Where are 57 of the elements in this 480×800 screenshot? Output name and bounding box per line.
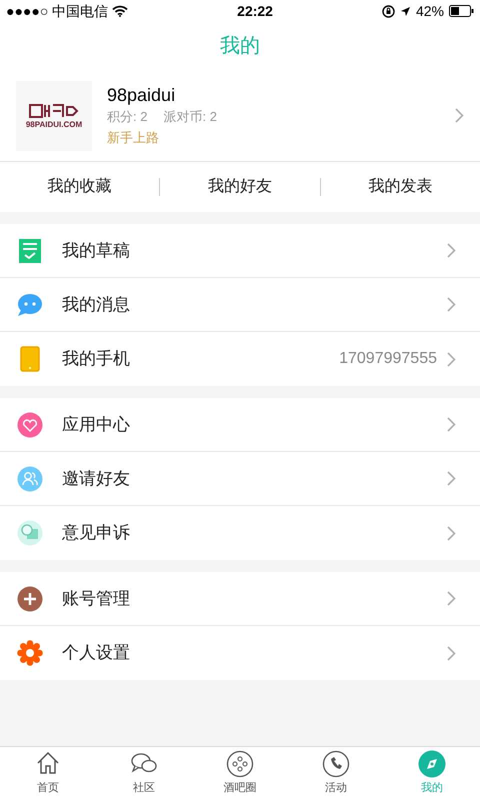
- plus-icon: [17, 586, 43, 612]
- quick-link-tab[interactable]: 我的发表: [320, 175, 480, 199]
- location-arrow-icon: [400, 6, 411, 16]
- feedback-icon: [17, 520, 43, 546]
- tab-bar-item[interactable]: 社区: [96, 747, 192, 800]
- points-label: 积分: 2: [107, 108, 148, 126]
- battery-percent: 42%: [416, 2, 444, 20]
- profile-card[interactable]: 98PAIDUI.COM 98paidui 积分: 2 派对币: 2 新手上路: [0, 70, 480, 162]
- wifi-icon: [112, 5, 128, 17]
- menu-label: 我的手机: [62, 348, 131, 370]
- coins-label: 派对币: 2: [163, 108, 217, 126]
- menu-item[interactable]: 我的草稿: [0, 224, 480, 278]
- tab-bar-item[interactable]: 活动: [288, 747, 384, 800]
- handset-icon: [322, 750, 350, 778]
- logo-mark-icon: [29, 102, 79, 118]
- page-title: 我的: [220, 34, 260, 59]
- carrier-label: ●●●●○ 中国电信: [6, 2, 108, 20]
- logo-text: 98PAIDUI.COM: [26, 120, 82, 128]
- chevron-icon: [455, 108, 464, 123]
- chevron-icon: [447, 646, 456, 660]
- menu-label: 应用中心: [62, 414, 131, 436]
- clock-time: 22:22: [237, 2, 273, 20]
- battery-icon: [448, 5, 474, 17]
- phone-number: 17097997555: [339, 349, 437, 369]
- gear-icon: [17, 640, 43, 666]
- chat-bubble-icon: [17, 292, 43, 318]
- draft-icon: [17, 238, 43, 264]
- chevron-icon: [447, 243, 456, 258]
- circle-dots-icon: [226, 750, 254, 778]
- tab-bar-item[interactable]: 首页: [0, 747, 96, 800]
- menu-item[interactable]: 意见申诉: [0, 506, 480, 560]
- quick-link-tab[interactable]: 我的好友: [160, 175, 320, 199]
- compass-icon: [418, 750, 446, 778]
- menu-label: 账号管理: [62, 588, 131, 610]
- quick-link-tab[interactable]: 我的收藏: [0, 175, 160, 199]
- menu-item[interactable]: 我的消息: [0, 278, 480, 332]
- menu-label: 我的消息: [62, 294, 131, 316]
- user-level: 新手上路: [107, 128, 160, 146]
- lock-rotation-icon: [382, 4, 395, 18]
- menu-item[interactable]: 应用中心: [0, 398, 480, 452]
- menu-label: 个人设置: [62, 642, 131, 664]
- menu-item[interactable]: 账号管理: [0, 572, 480, 626]
- menu-label: 我的草稿: [62, 240, 131, 262]
- chevron-icon: [447, 417, 456, 432]
- menu-item[interactable]: 个人设置: [0, 626, 480, 680]
- chevron-icon: [447, 591, 456, 606]
- user-name: 98paidui: [107, 84, 176, 106]
- menu-label: 意见申诉: [62, 522, 131, 544]
- chevron-icon: [447, 471, 456, 486]
- chevron-icon: [447, 526, 456, 540]
- menu-item[interactable]: 邀请好友: [0, 452, 480, 506]
- people-icon: [17, 466, 43, 492]
- chevron-icon: [447, 352, 456, 366]
- menu-item[interactable]: 我的手机 17097997555: [0, 332, 480, 386]
- chevron-icon: [447, 297, 456, 312]
- menu-label: 邀请好友: [62, 468, 131, 490]
- tab-bar-item[interactable]: 酒吧圈: [192, 747, 288, 800]
